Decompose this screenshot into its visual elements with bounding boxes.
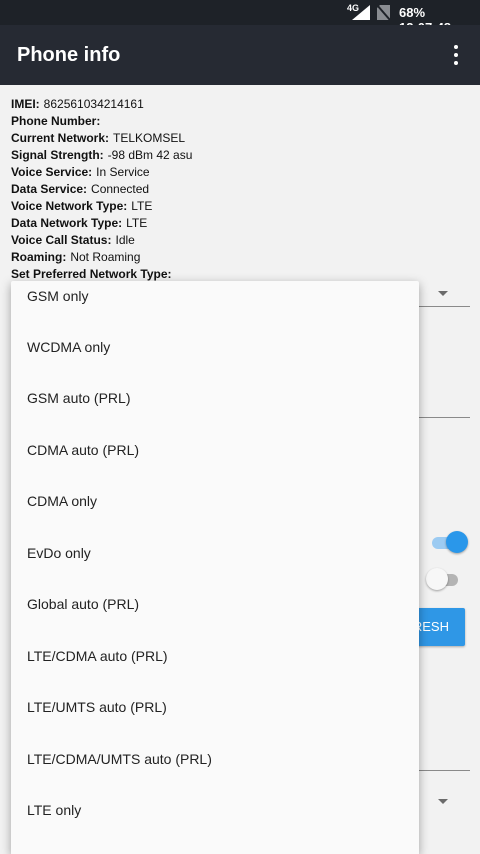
- info-label: IMEI:: [11, 97, 40, 111]
- info-value: TELKOMSEL: [113, 131, 186, 145]
- signal-icon: [352, 5, 370, 20]
- info-label: Voice Service:: [11, 165, 93, 179]
- dropdown-option[interactable]: EvDo only: [11, 527, 419, 578]
- info-value: In Service: [96, 165, 150, 179]
- dropdown-option-label: GSM auto (PRL): [27, 390, 131, 406]
- dropdown-option[interactable]: WCDMA only: [11, 321, 419, 372]
- page-title: Phone info: [17, 44, 121, 66]
- status-bar: 4G 68% 12:07:48: [0, 0, 480, 35]
- preferred-network-spinner-underline: [418, 306, 470, 307]
- info-row: Roaming: Not Roaming: [11, 249, 471, 266]
- dropdown-option-label: LTE/CDMA auto (PRL): [27, 648, 168, 664]
- toggle-switch-off[interactable]: [426, 568, 460, 590]
- dropdown-option[interactable]: LTE only: [11, 784, 419, 835]
- dropdown-option[interactable]: LTE/CDMA/UMTS auto (PRL): [11, 733, 419, 784]
- info-row: Data Service: Connected: [11, 181, 471, 198]
- info-label: Set Preferred Network Type:: [11, 267, 172, 281]
- spinner-arrow-icon-lower[interactable]: [438, 799, 448, 804]
- info-label: Voice Network Type:: [11, 199, 128, 213]
- field-underline-lower: [418, 770, 470, 771]
- dropdown-option-label: Global auto (PRL): [27, 596, 140, 612]
- dropdown-option-label: EvDo only: [27, 545, 91, 561]
- info-label: Data Network Type:: [11, 216, 123, 230]
- info-row: Signal Strength: -98 dBm 42 asu: [11, 147, 471, 164]
- phone-info-list: IMEI: 862561034214161 Phone Number: Current…: [11, 96, 471, 283]
- toggle-switch-on[interactable]: [432, 531, 468, 553]
- info-row: IMEI: 862561034214161: [11, 96, 471, 113]
- info-label: Roaming:: [11, 250, 67, 264]
- info-value: LTE: [131, 199, 153, 213]
- info-value: Not Roaming: [70, 250, 141, 264]
- info-row: Voice Service: In Service: [11, 164, 471, 181]
- dropdown-option-label: LTE/CDMA/UMTS auto (PRL): [27, 751, 212, 767]
- dropdown-option[interactable]: CDMA only: [11, 475, 419, 526]
- no-sim-icon: [377, 5, 390, 20]
- dropdown-option-label: LTE only: [27, 802, 82, 818]
- app-bar: Phone info: [0, 25, 480, 85]
- spinner-arrow-icon[interactable]: [438, 291, 448, 296]
- dropdown-option-label: LTE/UMTS auto (PRL): [27, 699, 167, 715]
- dropdown-option-label: GSM only: [27, 288, 89, 304]
- info-label: Data Service:: [11, 182, 88, 196]
- dropdown-option[interactable]: Global auto (PRL): [11, 578, 419, 629]
- info-row: Phone Number:: [11, 113, 471, 130]
- dropdown-option[interactable]: GSM only: [11, 281, 419, 321]
- info-value: 862561034214161: [43, 97, 144, 111]
- info-value: LTE: [126, 216, 148, 230]
- dropdown-option[interactable]: LTE/UMTS auto (PRL): [11, 681, 419, 732]
- dropdown-option-label: CDMA only: [27, 493, 98, 509]
- info-label: Voice Call Status:: [11, 233, 112, 247]
- info-row: Data Network Type: LTE: [11, 215, 471, 232]
- battery-percent: 68%: [399, 5, 426, 20]
- overflow-menu-icon[interactable]: [446, 41, 468, 69]
- network-type-dropdown: GSM only WCDMA only GSM auto (PRL) CDMA aut…: [11, 281, 419, 854]
- dropdown-option[interactable]: GSM auto (PRL): [11, 372, 419, 423]
- info-label: Current Network:: [11, 131, 110, 145]
- info-row: Current Network: TELKOMSEL: [11, 130, 471, 147]
- info-label: Phone Number:: [11, 114, 101, 128]
- info-label: Signal Strength:: [11, 148, 104, 162]
- dropdown-option-label: WCDMA only: [27, 339, 111, 355]
- info-row: Voice Call Status: Idle: [11, 232, 471, 249]
- info-row: Voice Network Type: LTE: [11, 198, 471, 215]
- info-value: Connected: [91, 182, 150, 196]
- dropdown-option[interactable]: LTE/CDMA auto (PRL): [11, 630, 419, 681]
- field-underline: [418, 417, 470, 418]
- info-value: Idle: [115, 233, 135, 247]
- dropdown-option-label: CDMA auto (PRL): [27, 442, 140, 458]
- dropdown-option[interactable]: CDMA auto (PRL): [11, 424, 419, 475]
- info-value: -98 dBm 42 asu: [107, 148, 193, 162]
